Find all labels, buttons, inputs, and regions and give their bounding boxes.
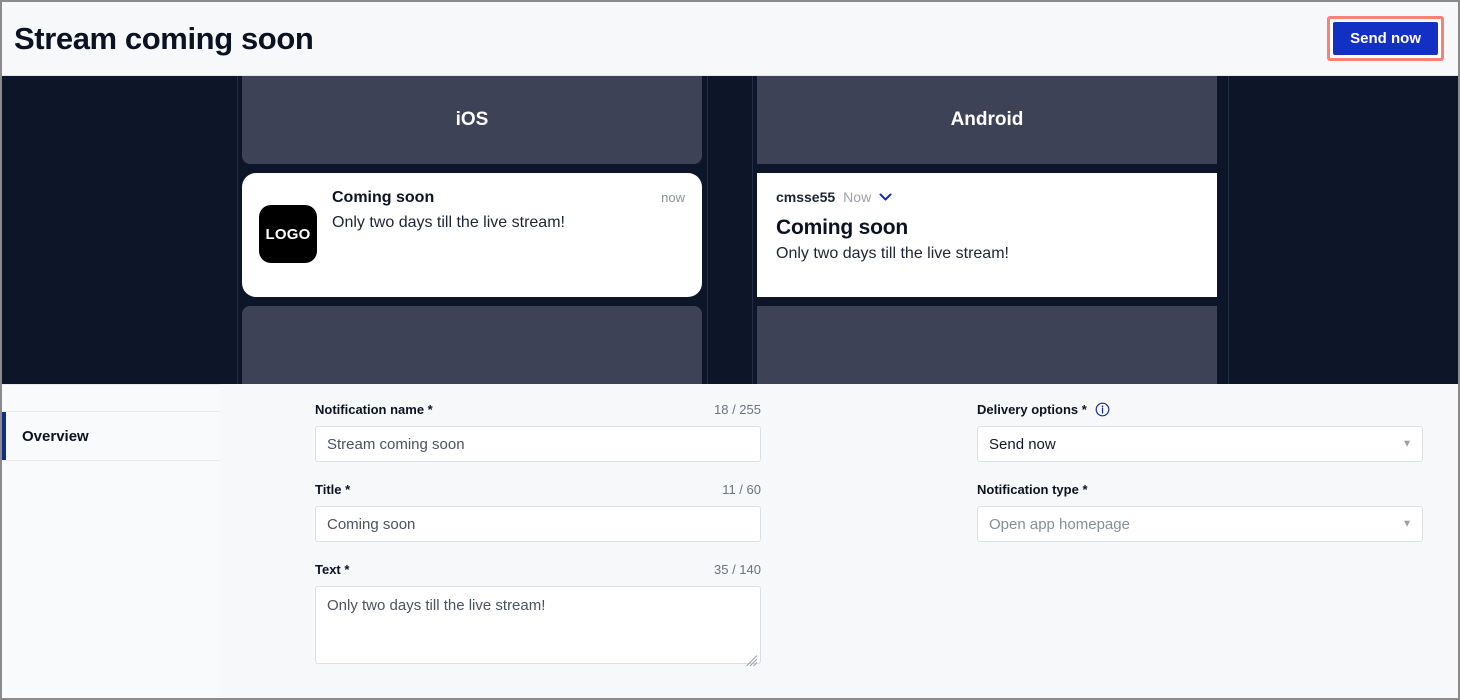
notification-type-label: Notification type * [977,481,1088,497]
title-counter: 11 / 60 [722,481,761,497]
ios-preview-column: iOS LOGO Coming soon now Only two days t… [242,76,702,384]
form-left-column: Notification name * 18 / 255 Title * 11 … [315,400,761,687]
info-icon[interactable] [1095,402,1110,417]
field-notification-type: Notification type * Open app homepage ▼ [977,480,1423,542]
notification-name-input[interactable] [315,426,761,462]
send-now-button[interactable]: Send now [1333,22,1438,55]
android-notification-text: Only two days till the live stream! [776,245,1009,262]
page-header: Stream coming soon Send now [2,2,1458,76]
ios-preview-filler [242,306,702,384]
delivery-options-label: Delivery options * [977,402,1110,417]
sidebar-strip-top [2,384,220,412]
title-input[interactable] [315,506,761,542]
android-platform-label: Android [950,109,1024,130]
ios-notification-card: LOGO Coming soon now Only two days till … [242,173,702,297]
field-delivery-options: Delivery options * Send now ▼ [977,400,1423,462]
notification-name-counter: 18 / 255 [714,401,761,417]
preview-divider [237,76,238,384]
ios-notification-title: Coming soon [332,189,435,206]
text-label: Text * [315,561,350,577]
sidebar-item-label: Overview [22,427,89,445]
text-counter: 35 / 140 [714,561,761,577]
android-notification-title: Coming soon [776,216,908,239]
ios-platform-header: iOS [242,76,702,164]
android-notification-card: cmsse55 Now Coming soon Only two days ti… [757,173,1217,297]
android-platform-header: Android [757,76,1217,164]
send-now-highlight: Send now [1327,16,1444,61]
delivery-options-value: Send now [989,435,1056,453]
android-notification-time: Now [843,189,872,205]
notification-type-select[interactable]: Open app homepage [977,506,1423,542]
sidebar-item-overview[interactable]: Overview [2,412,220,460]
field-notification-name: Notification name * 18 / 255 [315,400,761,462]
notification-name-label: Notification name * [315,401,433,417]
android-preview-filler [757,306,1217,384]
preview-divider [1228,76,1229,384]
text-textarea[interactable]: Only two days till the live stream! [315,586,761,664]
field-text: Text * 35 / 140 Only two days till the l… [315,560,761,669]
preview-divider [752,76,753,384]
ios-notification-text: Only two days till the live stream! [332,214,565,231]
preview-divider [707,76,708,384]
editor-section: Overview Notification name * 18 / 255 Ti… [2,384,1458,698]
app-window: Stream coming soon Send now iOS LOGO Com [0,0,1460,700]
android-preview-column: Android cmsse55 Now Coming soon Only two… [757,76,1217,384]
delivery-options-label-text: Delivery options * [977,401,1087,417]
chevron-down-icon[interactable] [879,193,892,202]
ios-notification-time: now [661,190,685,205]
form-right-column: Delivery options * Send now ▼ Notificati… [977,400,1423,560]
delivery-options-select[interactable]: Send now [977,426,1423,462]
notification-form: Notification name * 18 / 255 Title * 11 … [220,384,1458,698]
app-logo-icon: LOGO [259,205,317,263]
title-label: Title * [315,481,351,497]
field-title: Title * 11 / 60 [315,480,761,542]
android-app-name: cmsse55 [776,189,836,205]
sidebar: Overview [2,384,220,698]
ios-platform-label: iOS [455,109,489,130]
notification-preview-area: iOS LOGO Coming soon now Only two days t… [2,76,1458,384]
notification-type-value: Open app homepage [989,515,1130,533]
page-title: Stream coming soon [14,21,314,56]
sidebar-strip-bottom [2,460,220,698]
